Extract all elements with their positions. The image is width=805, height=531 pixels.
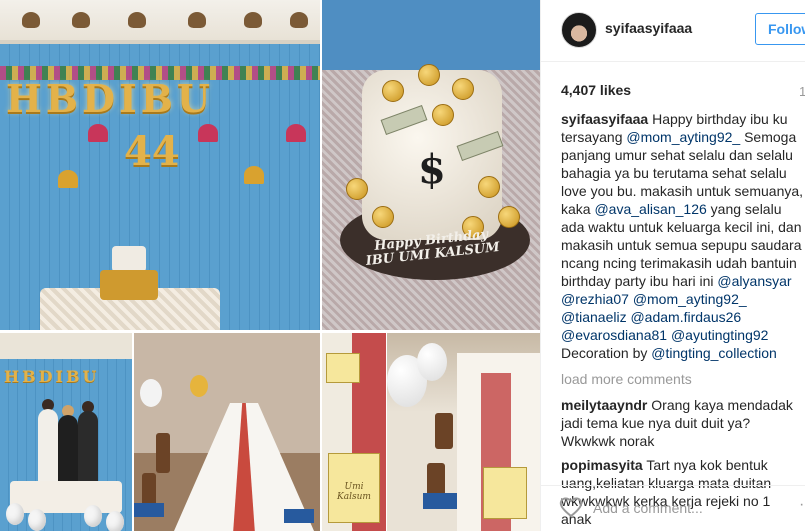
ellipsis-icon[interactable]: ···	[799, 496, 805, 514]
teapot-decoration	[244, 12, 262, 28]
dollar-sign-icon: $	[418, 146, 446, 193]
balloon	[28, 509, 46, 531]
heart-balloon	[58, 170, 78, 188]
balloon-letter: U	[176, 76, 211, 121]
balloon-letter: H	[4, 367, 20, 386]
balloon	[140, 379, 162, 407]
place-card	[483, 467, 527, 519]
place-card: Umi Kalsum	[328, 453, 380, 523]
balloon-letter: D	[38, 367, 53, 386]
comment-username[interactable]: meilytaayndr	[561, 397, 647, 413]
balloon	[84, 505, 102, 527]
person	[38, 409, 58, 489]
teapot-decoration	[188, 12, 206, 28]
balloon	[190, 375, 208, 397]
mention-link[interactable]: @ayutingting92	[671, 327, 769, 343]
photo-collage[interactable]: H B D I B U 44 $ Happy Birthday IBU UMI …	[0, 0, 540, 531]
wall-cornice	[0, 333, 132, 359]
wall-cornice	[0, 0, 320, 44]
photo-place-card: Umi Kalsum	[322, 333, 386, 531]
gold-coin	[432, 104, 454, 126]
balloon-letters: H B D I B U	[4, 367, 97, 386]
photo-table-setting	[387, 333, 540, 531]
teapot-decoration	[290, 12, 308, 28]
comment-username[interactable]: popimasyita	[561, 457, 643, 473]
balloon	[106, 511, 124, 531]
likes-count[interactable]: 4,407 likes	[561, 82, 631, 98]
post-time: 1	[799, 84, 805, 99]
heart-icon[interactable]	[559, 496, 583, 518]
load-more-comments[interactable]: load more comments	[561, 370, 804, 388]
gold-coin	[418, 64, 440, 86]
heart-balloon	[88, 124, 108, 142]
chair	[156, 433, 170, 473]
photo-banquet-table	[134, 333, 320, 531]
gold-coin	[382, 80, 404, 102]
teapot-decoration	[128, 12, 146, 28]
gold-coin	[478, 176, 500, 198]
post-author-username[interactable]: syifaasyifaaa	[605, 20, 692, 36]
caption: syifaasyifaaa Happy birthday ibu ku ters…	[561, 110, 804, 362]
chair	[435, 413, 453, 449]
post-details-panel: syifaasyifaaa Follow 4,407 likes 1 syifa…	[540, 0, 805, 531]
avatar[interactable]	[561, 12, 597, 48]
mention-link[interactable]: @adam.firdaus26	[630, 309, 741, 325]
balloon-letter: B	[22, 367, 36, 386]
post-header: syifaasyifaaa Follow	[541, 0, 805, 62]
balloon	[417, 343, 447, 381]
decoration-credit: Decoration by	[561, 345, 648, 361]
gold-coin	[452, 78, 474, 100]
mention-link[interactable]: @mom_ayting92_	[633, 291, 747, 307]
balloon-letter: B	[140, 76, 173, 121]
mention-link[interactable]: @alyansyar	[717, 273, 791, 289]
heart-balloon	[244, 166, 264, 184]
mention-link[interactable]: @tingting_collection	[651, 345, 777, 361]
comment-footer: Add a comment... ···	[541, 485, 805, 531]
balloon-letter: I	[118, 76, 137, 121]
person	[78, 411, 98, 491]
mention-link[interactable]: @mom_ayting92_	[626, 129, 740, 145]
mention-link[interactable]: @ava_alisan_126	[594, 201, 706, 217]
cake-table	[10, 481, 122, 513]
balloon-letter: H	[6, 76, 42, 121]
mention-link[interactable]: @rezhia07	[561, 291, 629, 307]
balloon	[6, 503, 24, 525]
place-card	[326, 353, 360, 383]
balloon-number: 44	[124, 128, 180, 175]
place-card-text: Umi Kalsum	[337, 482, 371, 502]
balloon-letter: D	[82, 76, 115, 121]
teapot-decoration	[72, 12, 90, 28]
photo-decorated-wall: H B D I B U 44	[0, 0, 320, 330]
mention-link[interactable]: @tianaeliz	[561, 309, 627, 325]
background-wall	[322, 0, 540, 70]
heart-balloon	[198, 124, 218, 142]
balloon-letter: B	[45, 76, 79, 121]
caption-username[interactable]: syifaasyifaaa	[561, 111, 648, 127]
add-comment-input[interactable]: Add a comment...	[593, 500, 703, 516]
cake	[98, 246, 160, 302]
balloon-letters: H B D I B U	[6, 76, 306, 121]
mention-link[interactable]: @evarosdiana81	[561, 327, 667, 343]
balloon-letter: B	[66, 367, 80, 386]
follow-button[interactable]: Follow	[755, 13, 805, 45]
cake-tier	[100, 270, 158, 300]
heart-balloon	[286, 124, 306, 142]
gold-coin	[372, 206, 394, 228]
seat-cushion	[423, 493, 457, 509]
seat-cushion	[134, 503, 164, 517]
photo-family-group: H B D I B U	[0, 333, 132, 531]
teapot-decoration	[22, 12, 40, 28]
photo-money-cake: $ Happy Birthday IBU UMI KALSUM	[322, 0, 540, 330]
cake-tier	[112, 246, 146, 272]
balloon-letter: U	[82, 367, 97, 386]
comment: meilytaayndr Orang kaya mendadak jadi te…	[561, 396, 804, 450]
comments-list: syifaasyifaaa Happy birthday ibu ku ters…	[561, 110, 804, 531]
gold-coin	[498, 206, 520, 228]
seat-cushion	[284, 509, 314, 523]
gold-coin	[346, 178, 368, 200]
balloon-letter: I	[55, 367, 64, 386]
